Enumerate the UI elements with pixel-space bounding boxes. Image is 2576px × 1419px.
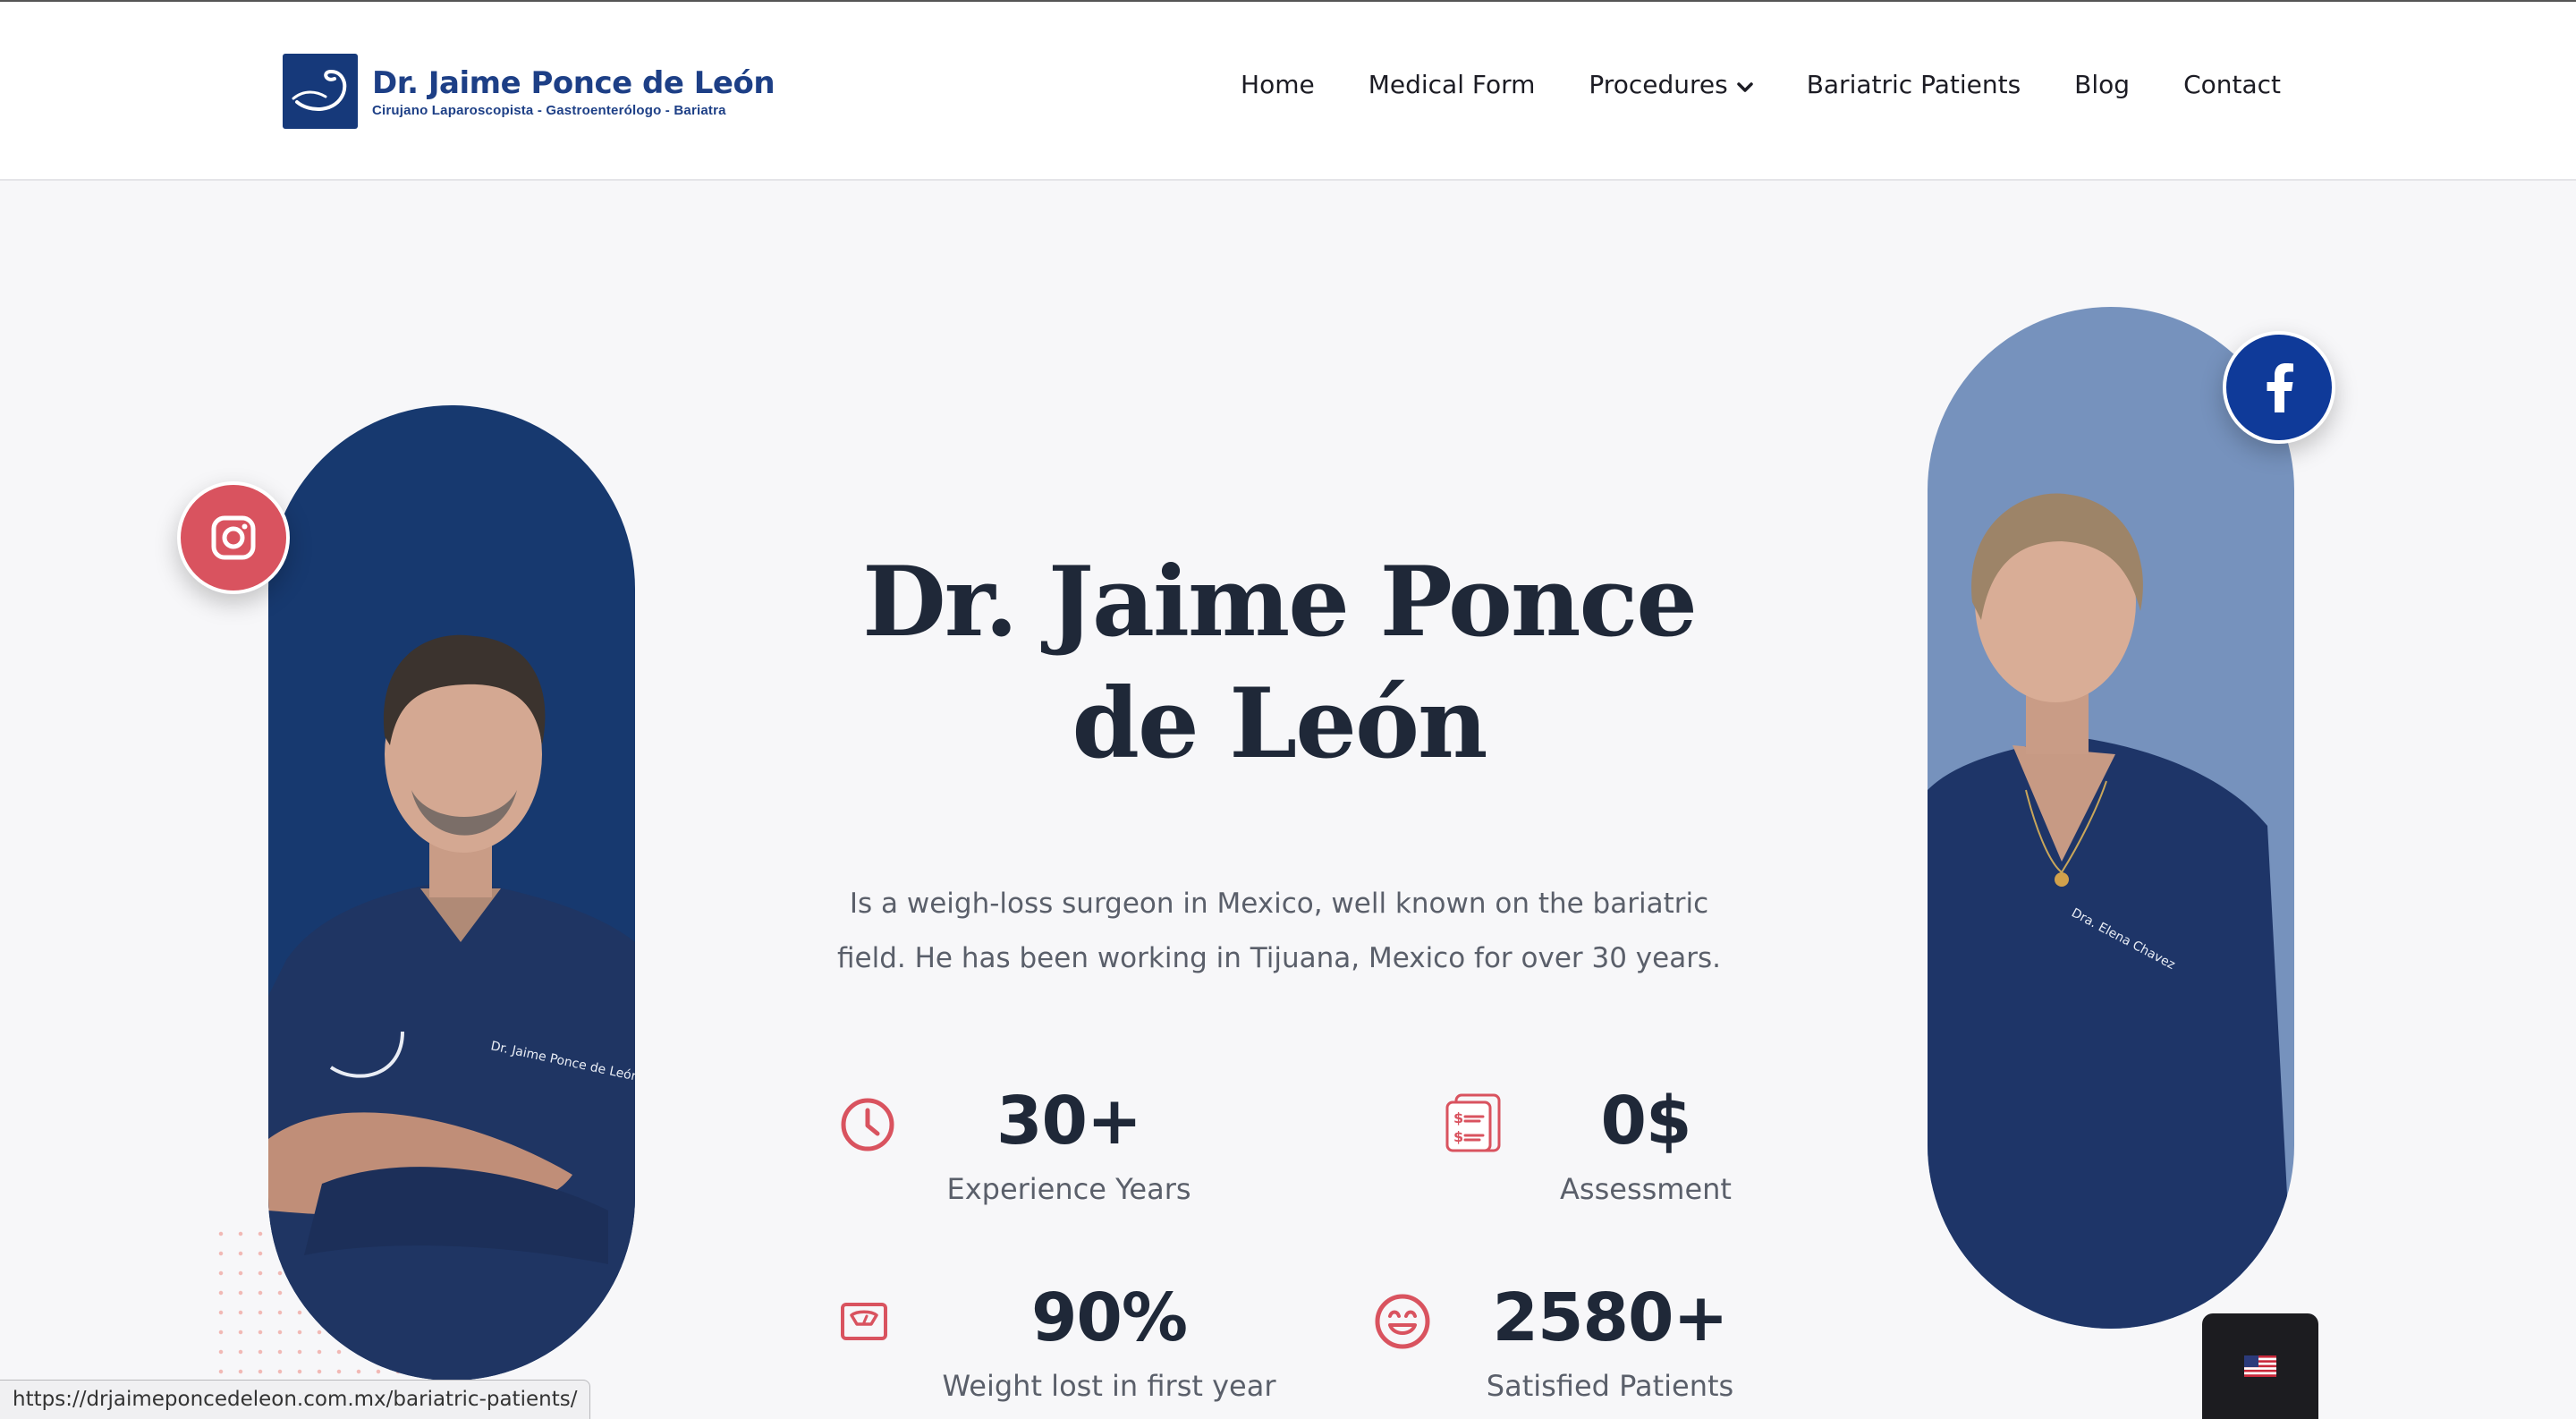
stat-assessment: 0$ Assessment (1521, 1081, 1771, 1206)
facebook-icon (2267, 363, 2293, 412)
stat-satisfied-patients-label: Satisfied Patients (1486, 1369, 1734, 1403)
nav-bariatric-patients[interactable]: Bariatric Patients (1807, 70, 2021, 99)
price-list-icon: $ $ (1444, 1092, 1503, 1159)
status-bar-url: https://drjaimeponcedeleon.com.mx/bariat… (0, 1380, 591, 1419)
main-nav: Home Medical Form Procedures Bariatric P… (1187, 70, 2281, 99)
instagram-button[interactable] (177, 481, 290, 594)
hero-description: Is a weigh-loss surgeon in Mexico, well … (837, 888, 1721, 974)
stat-weight-lost: 90% Weight lost in first year (903, 1278, 1315, 1403)
nav-contact-label: Contact (2183, 70, 2281, 99)
nav-procedures-label: Procedures (1589, 70, 1728, 99)
stat-experience-value: 30+ (996, 1083, 1142, 1160)
us-flag-icon (2244, 1355, 2276, 1377)
stat-assessment-label: Assessment (1560, 1172, 1732, 1206)
site-header: Dr. Jaime Ponce de León Cirujano Laparos… (0, 2, 2576, 181)
stat-satisfied-patients-value: 2580+ (1492, 1279, 1729, 1356)
scale-icon (839, 1301, 889, 1347)
instagram-icon (211, 515, 256, 560)
stat-experience-label: Experience Years (946, 1172, 1191, 1206)
nav-blog-label: Blog (2074, 70, 2131, 99)
nav-medical-form-label: Medical Form (1368, 70, 1536, 99)
nav-procedures[interactable]: Procedures (1589, 70, 1753, 99)
logo-title: Dr. Jaime Ponce de León (372, 64, 775, 101)
stat-weight-lost-value: 90% (1030, 1279, 1188, 1356)
nav-blog[interactable]: Blog (2074, 70, 2130, 99)
nav-medical-form[interactable]: Medical Form (1368, 70, 1536, 99)
assistant-photo-frame: Dra. Elena Chavez (1928, 307, 2294, 1329)
stat-assessment-value: 0$ (1600, 1083, 1692, 1160)
chevron-down-icon (1736, 70, 1753, 99)
hero-title: Dr. Jaime Ponce de León (862, 546, 1698, 780)
nav-home-label: Home (1241, 70, 1315, 99)
svg-text:$: $ (1453, 1128, 1463, 1145)
smile-icon (1374, 1293, 1431, 1355)
doctor-photo-frame: Dr. Jaime Ponce de León (268, 405, 635, 1381)
site-logo[interactable]: Dr. Jaime Ponce de León Cirujano Laparos… (283, 52, 775, 131)
stat-experience: 30+ Experience Years (921, 1081, 1216, 1206)
nav-contact[interactable]: Contact (2183, 70, 2281, 99)
stat-satisfied-patients: 2580+ Satisfied Patients (1467, 1278, 1753, 1403)
assistant-portrait-image: Dra. Elena Chavez (1928, 493, 2294, 1329)
language-switcher[interactable] (2202, 1313, 2318, 1419)
logo-mark-icon (283, 54, 358, 129)
doctor-portrait-image: Dr. Jaime Ponce de León (268, 634, 635, 1381)
stat-weight-lost-label: Weight lost in first year (942, 1369, 1276, 1403)
clock-icon (839, 1096, 896, 1158)
facebook-button[interactable] (2223, 331, 2335, 444)
nav-bariatric-patients-label: Bariatric Patients (1806, 70, 2021, 99)
nav-home[interactable]: Home (1241, 70, 1315, 99)
logo-subtitle: Cirujano Laparoscopista - Gastroenterólo… (372, 102, 726, 118)
svg-text:$: $ (1453, 1109, 1463, 1126)
